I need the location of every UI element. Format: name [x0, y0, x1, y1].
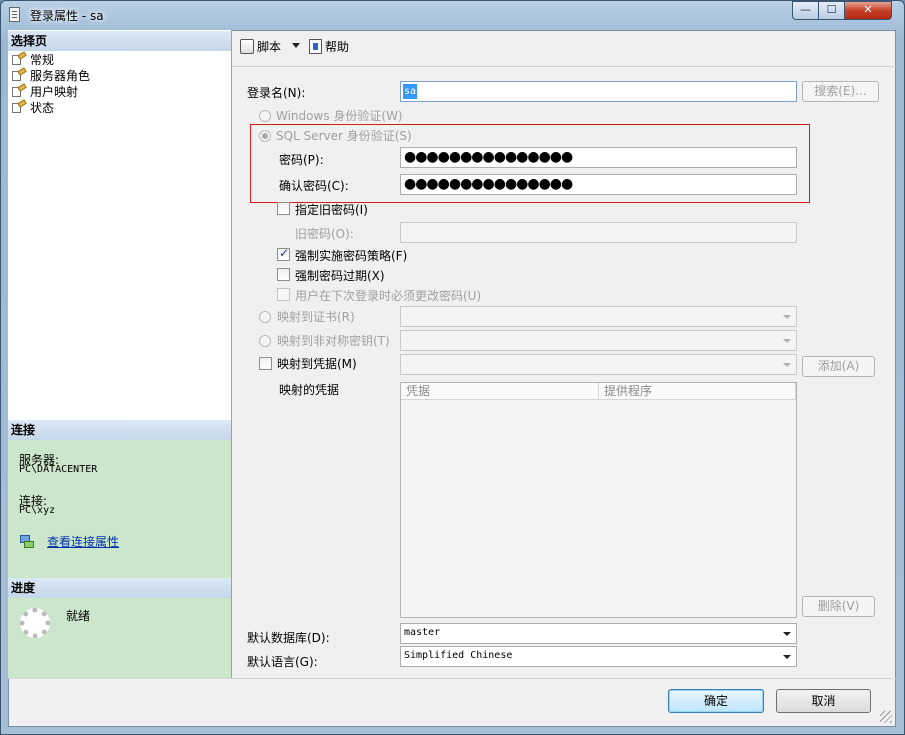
chevron-down-icon: [783, 315, 791, 319]
view-connection-properties-link[interactable]: 查看连接属性: [47, 533, 119, 550]
chevron-down-icon: [783, 339, 791, 343]
progress-header: 进度: [8, 578, 231, 598]
page-icon: [12, 101, 27, 113]
mapped-credentials-label: 映射的凭据: [279, 383, 340, 397]
old-password-input[interactable]: [400, 222, 797, 243]
script-icon: [240, 39, 254, 54]
server-value: PC\DATACENTER: [19, 464, 98, 475]
maximize-button[interactable]: ☐: [818, 1, 845, 20]
footer-separator: [8, 678, 896, 679]
script-button[interactable]: 脚本: [240, 38, 281, 56]
map-asym-key-radio[interactable]: [259, 335, 271, 347]
add-credential-button[interactable]: 添加(A): [802, 356, 875, 377]
map-credential-checkbox[interactable]: [259, 357, 272, 370]
map-credential-label: 映射到凭据(M): [277, 357, 357, 371]
script-label: 脚本: [257, 40, 282, 54]
windows-auth-label: Windows 身份验证(W): [276, 109, 403, 123]
cancel-button[interactable]: 取消: [776, 689, 871, 713]
page-item-label: 用户映射: [30, 85, 79, 99]
must-change-password-label: 用户在下次登录时必须更改密码(U): [295, 289, 482, 303]
login-name-value: sa: [403, 84, 418, 99]
connection-properties-icon: [20, 535, 36, 549]
help-icon: [309, 39, 322, 54]
page-item-general[interactable]: 常规: [12, 52, 54, 68]
windows-auth-radio[interactable]: [259, 110, 271, 122]
select-page-header: 选择页: [8, 31, 231, 51]
password-label: 密码(P):: [279, 153, 324, 167]
grid-column-credential[interactable]: 凭据: [401, 383, 599, 400]
default-language-label: 默认语言(G):: [247, 655, 318, 669]
window-title: 登录属性 - sa: [30, 9, 104, 23]
enforce-expiration-checkbox[interactable]: [277, 268, 290, 281]
default-database-combo[interactable]: master: [400, 623, 797, 644]
page-item-label: 状态: [30, 101, 55, 115]
must-change-password-checkbox[interactable]: [277, 288, 290, 301]
page-item-server-roles[interactable]: 服务器角色: [12, 68, 90, 84]
resize-grip-icon[interactable]: [880, 711, 892, 723]
close-button[interactable]: ✕: [844, 1, 892, 20]
map-credential-combo[interactable]: [400, 354, 797, 375]
enforce-policy-label: 强制实施密码策略(F): [295, 249, 408, 263]
page-icon: [12, 53, 27, 65]
confirm-password-input[interactable]: ●●●●●●●●●●●●●●●: [400, 174, 797, 195]
toolbar-separator: [232, 66, 896, 67]
password-input[interactable]: ●●●●●●●●●●●●●●●: [400, 147, 797, 168]
map-asym-key-combo[interactable]: [400, 330, 797, 351]
help-label: 帮助: [325, 40, 350, 54]
login-name-label: 登录名(N):: [247, 86, 306, 100]
map-cert-radio[interactable]: [259, 311, 271, 323]
specify-old-password-checkbox[interactable]: [277, 202, 290, 215]
minimize-button[interactable]: —: [792, 1, 819, 20]
login-name-input[interactable]: sa: [400, 81, 797, 102]
default-language-value: Simplified Chinese: [404, 650, 513, 661]
old-password-label: 旧密码(O):: [295, 227, 354, 241]
progress-status: 就绪: [66, 609, 91, 623]
enforce-policy-checkbox[interactable]: [277, 246, 290, 261]
default-language-combo[interactable]: Simplified Chinese: [400, 646, 797, 667]
enforce-expiration-label: 强制密码过期(X): [295, 269, 385, 283]
page-item-label: 常规: [30, 53, 55, 67]
default-database-label: 默认数据库(D):: [247, 631, 330, 645]
document-icon: [9, 7, 20, 22]
page-item-user-mapping[interactable]: 用户映射: [12, 84, 78, 100]
page-icon: [12, 85, 27, 97]
connection-value: PC\xyz: [19, 505, 56, 516]
chevron-down-icon: [783, 363, 791, 367]
page-item-label: 服务器角色: [30, 69, 91, 83]
confirm-password-label: 确认密码(C):: [279, 179, 349, 193]
page-icon: [12, 69, 27, 81]
script-dropdown-arrow-icon[interactable]: [292, 43, 300, 48]
mapped-credentials-grid[interactable]: 凭据 提供程序: [400, 382, 797, 618]
chevron-down-icon: [783, 655, 791, 659]
search-button[interactable]: 搜索(E)...: [802, 81, 879, 102]
page-item-status[interactable]: 状态: [12, 100, 54, 116]
map-cert-combo[interactable]: [400, 306, 797, 327]
remove-credential-button[interactable]: 删除(V): [802, 596, 875, 617]
specify-old-password-label: 指定旧密码(I): [295, 203, 368, 217]
map-asym-key-label: 映射到非对称密钥(T): [277, 334, 390, 348]
default-database-value: master: [404, 627, 441, 638]
connection-header: 连接: [8, 420, 231, 440]
ok-button[interactable]: 确定: [668, 689, 764, 713]
progress-spinner-icon: [20, 608, 50, 638]
map-cert-label: 映射到证书(R): [277, 310, 355, 324]
left-pane: 选择页 常规 服务器角色 用户映射 状态 连接 服务器: PC\DATACENT…: [8, 30, 232, 678]
help-button[interactable]: 帮助: [309, 38, 349, 56]
title-bar[interactable]: 登录属性 - sa — ☐ ✕: [0, 0, 905, 30]
grid-column-provider[interactable]: 提供程序: [599, 383, 796, 400]
chevron-down-icon: [783, 632, 791, 636]
